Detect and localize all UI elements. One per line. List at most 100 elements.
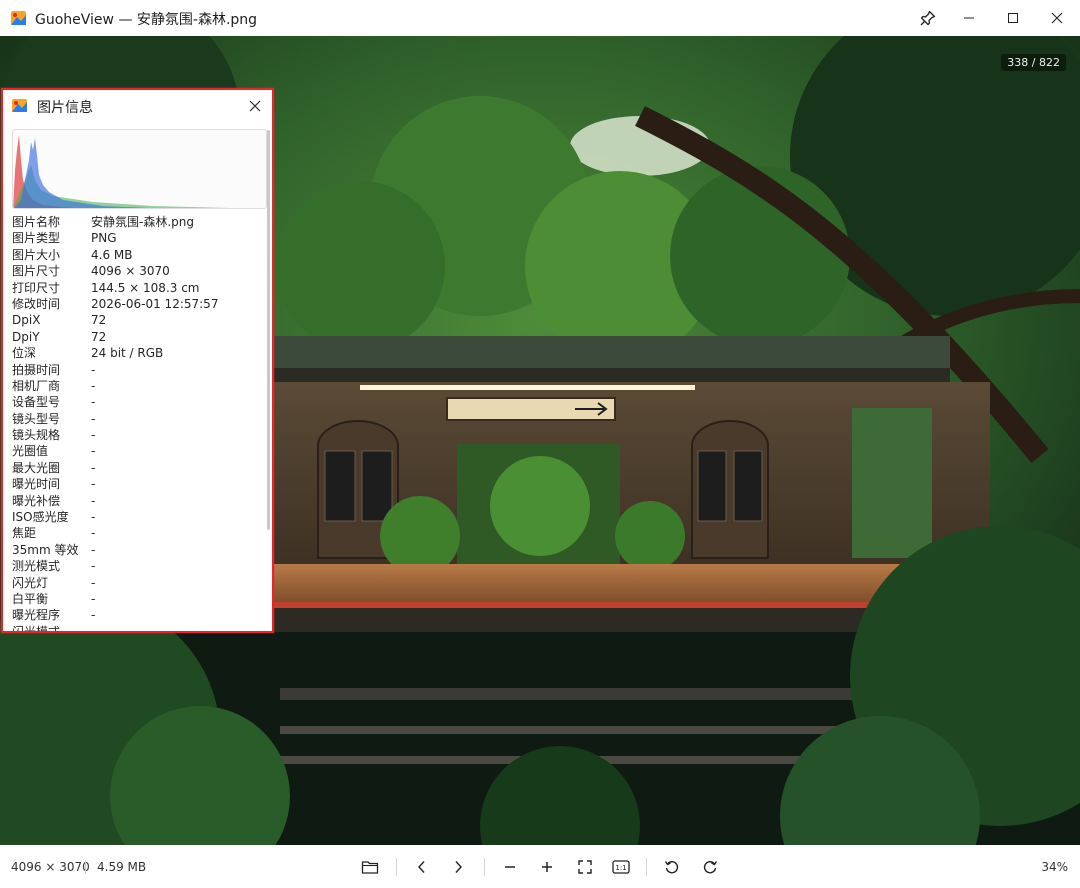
window-title: GuoheView — 安静氛围-森林.png <box>35 12 258 28</box>
info-value: - <box>91 444 96 459</box>
image-file-size: 4.59 MB <box>97 860 147 874</box>
close-button[interactable] <box>1036 0 1078 36</box>
info-key: 拍摄时间 <box>12 362 61 377</box>
info-key: DpiX <box>12 313 41 328</box>
info-row: 修改时间 2026-06-01 12:57:57 <box>12 296 267 312</box>
info-value: - <box>91 624 96 633</box>
info-row: DpiX 72 <box>12 312 267 328</box>
next-image-button[interactable] <box>446 855 470 879</box>
info-value: - <box>91 526 96 541</box>
info-value: PNG <box>91 231 117 246</box>
folder-icon <box>361 861 379 874</box>
info-value: - <box>91 608 96 623</box>
info-value: - <box>91 378 96 393</box>
info-value: 144.5 × 108.3 cm <box>91 280 200 295</box>
info-key: 曝光时间 <box>12 477 61 492</box>
zoom-out-button[interactable] <box>498 855 522 879</box>
info-key: 图片大小 <box>12 247 61 262</box>
info-key: 修改时间 <box>12 296 61 311</box>
info-value: - <box>91 428 96 443</box>
info-key: 镜头型号 <box>12 411 61 426</box>
info-row: 相机厂商 - <box>12 378 267 394</box>
open-folder-button[interactable] <box>358 855 382 879</box>
info-row: 闪光模式 - <box>12 624 267 633</box>
info-value: - <box>91 575 96 590</box>
info-row: DpiY 72 <box>12 329 267 345</box>
actual-size-button[interactable]: 1:1 <box>609 855 633 879</box>
rotate-left-button[interactable] <box>660 855 684 879</box>
info-value: - <box>91 395 96 410</box>
toolbar-divider <box>484 858 485 876</box>
info-key: 最大光圈 <box>12 460 61 475</box>
pin-button[interactable] <box>907 0 949 36</box>
info-value: - <box>91 411 96 426</box>
info-row: 拍摄时间 - <box>12 362 267 378</box>
info-key: 图片名称 <box>12 215 61 229</box>
info-key: 图片尺寸 <box>12 264 61 279</box>
previous-image-button[interactable] <box>410 855 434 879</box>
info-key: 35mm 等效 <box>12 542 79 557</box>
fit-screen-button[interactable] <box>573 855 597 879</box>
info-key: ISO感光度 <box>12 510 69 525</box>
previous-icon <box>418 861 425 873</box>
info-value: - <box>91 493 96 508</box>
info-row: 35mm 等效 - <box>12 542 267 558</box>
status-divider <box>85 860 86 874</box>
page-counter: 338 / 822 <box>1001 54 1066 71</box>
maximize-button[interactable] <box>992 0 1034 36</box>
info-row: 曝光时间 - <box>12 476 267 492</box>
zoom-out-icon <box>505 866 515 868</box>
app-logo-icon <box>12 99 27 112</box>
toolbar-divider <box>396 858 397 876</box>
info-key: 测光模式 <box>12 559 61 574</box>
close-icon <box>1051 12 1063 24</box>
zoom-level[interactable]: 34% <box>1041 860 1068 874</box>
rgb-histogram <box>12 129 267 209</box>
info-key: 光圈值 <box>12 444 49 459</box>
rotate-left-icon <box>664 861 679 874</box>
pin-icon <box>920 10 936 26</box>
close-icon <box>249 100 261 112</box>
info-value: - <box>91 542 96 557</box>
title-bar: GuoheView — 安静氛围-森林.png <box>0 0 1080 36</box>
zoom-in-button[interactable] <box>535 855 559 879</box>
info-panel-title: 图片信息 <box>37 100 93 116</box>
info-key: 设备型号 <box>12 395 61 410</box>
fit-screen-icon <box>578 860 592 874</box>
info-value: 4096 × 3070 <box>91 264 170 279</box>
rotate-right-button[interactable] <box>698 855 722 879</box>
info-panel-header: 图片信息 <box>3 90 272 122</box>
image-info-panel: 图片信息 图片名称 安静氛围-森林.png 图片类型 PNG 图片大小 4.6 MB 图片尺… <box>1 88 274 633</box>
next-icon <box>455 861 462 873</box>
info-row: 位深 24 bit / RGB <box>12 345 267 361</box>
info-panel-scrollbar[interactable] <box>267 130 270 530</box>
info-row: 图片尺寸 4096 × 3070 <box>12 263 267 279</box>
info-row: 设备型号 - <box>12 394 267 410</box>
info-value: 72 <box>91 313 107 328</box>
rotate-right-icon <box>703 861 718 874</box>
info-panel-close-button[interactable] <box>243 94 267 118</box>
info-key: 焦距 <box>12 526 37 541</box>
info-key: 闪光模式 <box>12 624 61 633</box>
info-key: 曝光补偿 <box>12 493 61 508</box>
zoom-in-icon <box>542 862 552 872</box>
toolbar-divider <box>646 858 647 876</box>
maximize-icon <box>1008 13 1018 23</box>
info-value: - <box>91 477 96 492</box>
info-key: 位深 <box>12 346 37 361</box>
info-value: - <box>91 510 96 525</box>
info-row: 曝光程序 - <box>12 607 267 623</box>
info-row: 焦距 - <box>12 525 267 541</box>
info-key: 镜头规格 <box>12 428 61 443</box>
info-row: 镜头型号 - <box>12 411 267 427</box>
actual-size-label: 1:1 <box>615 864 626 872</box>
info-value: 24 bit / RGB <box>91 346 164 361</box>
info-value: 72 <box>91 329 107 344</box>
status-bar: 4096 × 3070 4.59 MB 1:1 34% <box>0 845 1080 888</box>
info-row: 闪光灯 - <box>12 575 267 591</box>
info-value: 安静氛围-森林.png <box>91 215 194 229</box>
info-row: 测光模式 - <box>12 558 267 574</box>
minimize-button[interactable] <box>948 0 990 36</box>
info-row: 图片名称 安静氛围-森林.png <box>12 214 267 230</box>
actual-size-icon: 1:1 <box>612 860 630 874</box>
